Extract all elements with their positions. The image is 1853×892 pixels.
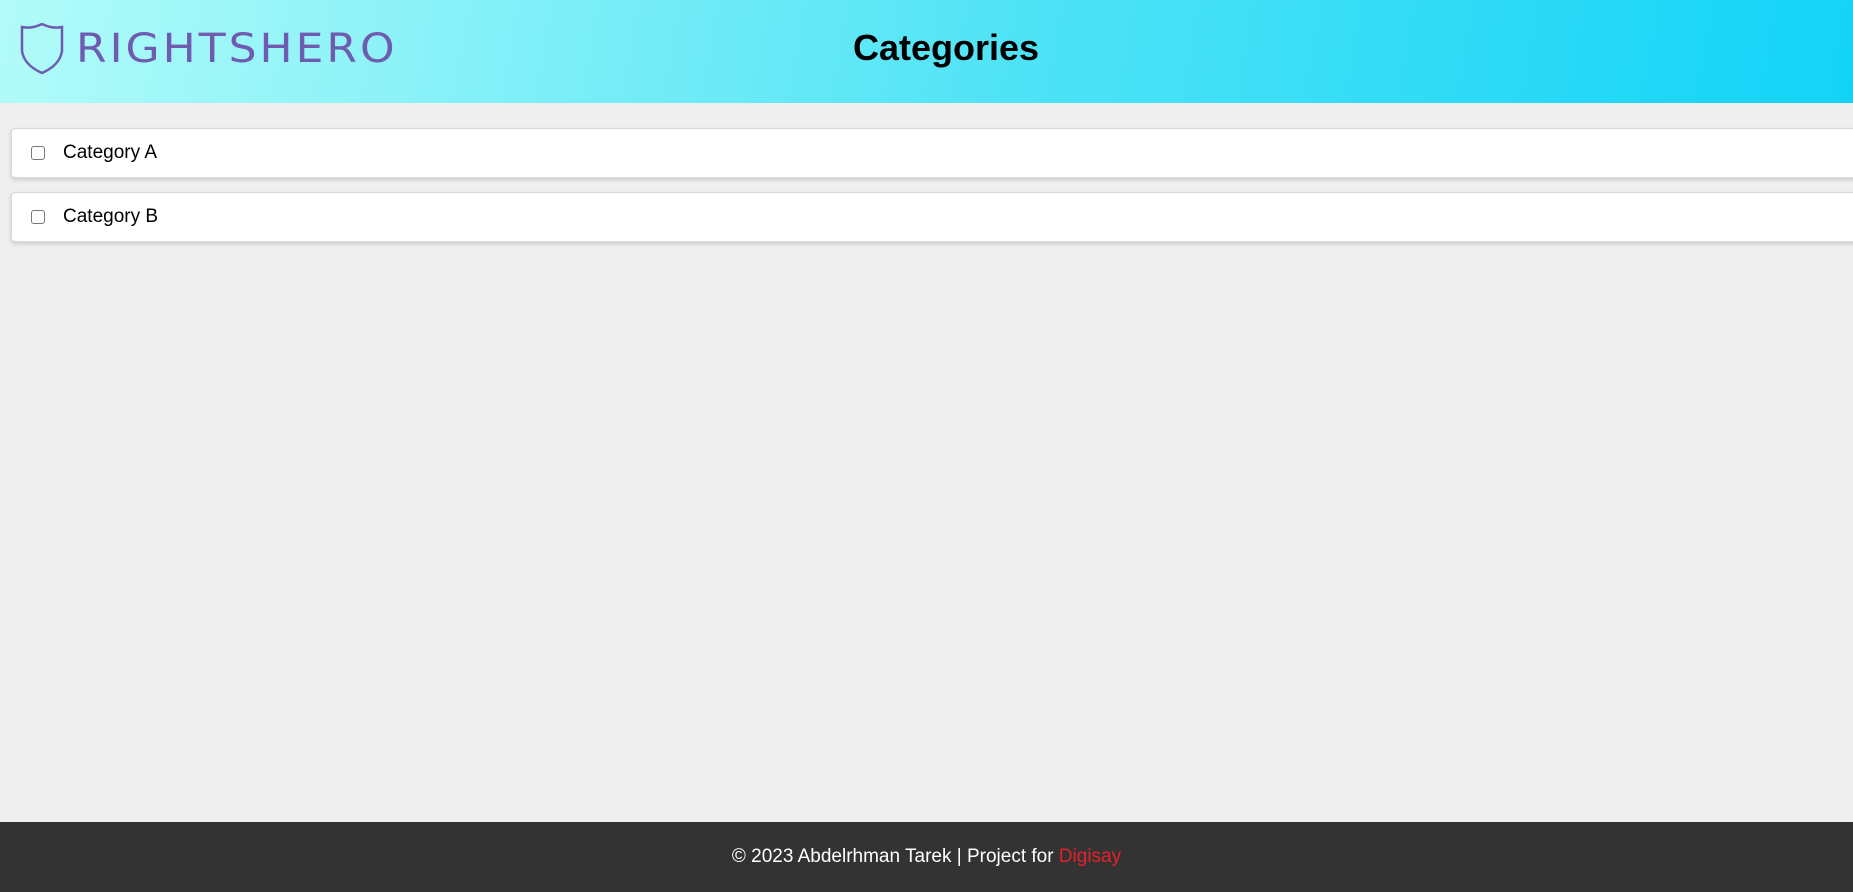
category-item[interactable]: Category B [11,192,1853,242]
category-list: Category A Category B [11,128,1853,256]
page-title: Categories [852,27,1040,68]
footer-brand-link[interactable]: Digisay [1059,846,1121,867]
footer: © 2023 Abdelrhman Tarek | Project for Di… [0,822,1853,892]
footer-text: © 2023 Abdelrhman Tarek | Project for [731,846,1059,867]
header: RIGHTSHERO Categories [0,0,1853,103]
category-label: Category A [63,142,157,163]
category-checkbox[interactable] [31,146,45,160]
category-checkbox[interactable] [31,210,45,224]
category-label: Category B [63,206,159,227]
category-item[interactable]: Category A [11,128,1853,178]
